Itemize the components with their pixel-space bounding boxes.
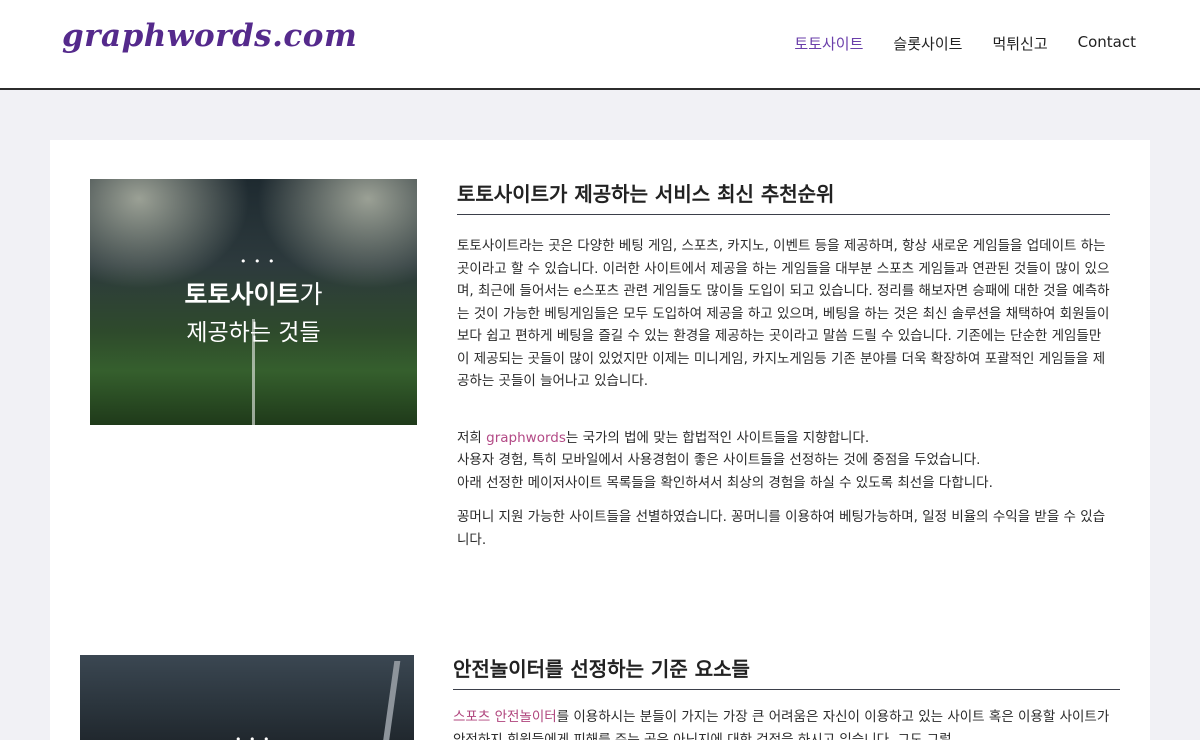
bonus-paragraph: 꽁머니 지원 가능한 사이트들을 선별하였습니다. 꽁머니를 이용하여 베팅가능… bbox=[457, 509, 1106, 548]
stadium-image-2: • • • bbox=[80, 655, 414, 740]
image-dots: • • • bbox=[235, 733, 272, 740]
site-header: graphwords.com 토토사이트 슬롯사이트 먹튀신고 Contact bbox=[0, 0, 1200, 90]
image-subtitle: 제공하는 것들 bbox=[186, 320, 321, 346]
intro-paragraph: 토토사이트라는 곳은 다양한 베팅 게임, 스포츠, 카지노, 이벤트 등을 제… bbox=[457, 238, 1110, 389]
nav-item-contact[interactable]: Contact bbox=[1078, 33, 1136, 54]
brand-name: graphwords bbox=[486, 429, 566, 446]
nav-item-toto[interactable]: 토토사이트 bbox=[794, 33, 863, 54]
sports-link[interactable]: 스포츠 bbox=[453, 709, 490, 725]
safe-playground-link[interactable]: 안전놀이터 bbox=[495, 709, 557, 725]
image-title: 토토사이트가 bbox=[184, 280, 323, 309]
site-logo[interactable]: graphwords.com bbox=[62, 18, 357, 54]
policy-paragraph: 저희 graphwords는 국가의 법에 맞는 합법적인 사이트들을 지향합니… bbox=[457, 429, 993, 491]
section-title: 토토사이트가 제공하는 서비스 최신 추천순위 bbox=[457, 178, 1110, 215]
stadium-image: • • • 토토사이트가 제공하는 것들 bbox=[90, 179, 417, 425]
nav-item-report[interactable]: 먹튀신고 bbox=[992, 33, 1047, 54]
section-safe-playground: 안전놀이터를 선정하는 기준 요소들 스포츠 안전놀이터를 이용하시는 분들이 … bbox=[453, 653, 1120, 740]
nav-item-slot[interactable]: 슬롯사이트 bbox=[893, 33, 962, 54]
section-toto-services: 토토사이트가 제공하는 서비스 최신 추천순위 토토사이트라는 곳은 다양한 베… bbox=[457, 178, 1110, 551]
section-title: 안전놀이터를 선정하는 기준 요소들 bbox=[453, 653, 1120, 690]
main-nav: 토토사이트 슬롯사이트 먹튀신고 Contact bbox=[794, 33, 1136, 54]
criteria-paragraph: 스포츠 안전놀이터를 이용하시는 분들이 가지는 가장 큰 어려움은 자신이 이… bbox=[453, 709, 1110, 740]
image-dots: • • • bbox=[240, 255, 277, 268]
goal-post bbox=[381, 661, 401, 740]
